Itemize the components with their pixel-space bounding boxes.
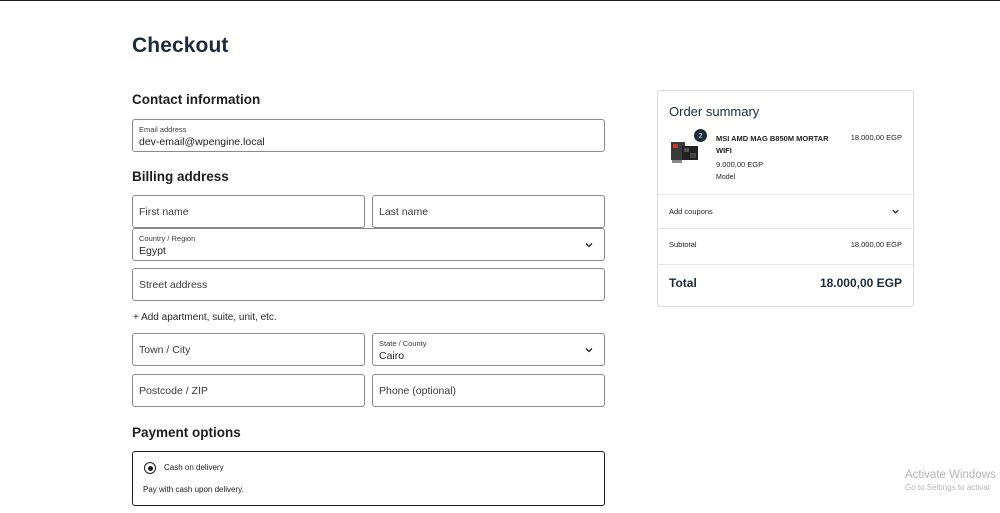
chevron-down-icon[interactable] — [891, 207, 900, 216]
country-select[interactable]: Country / Region Egypt — [132, 228, 605, 261]
country-label: Country / Region — [139, 234, 196, 243]
phone-field[interactable]: Phone (optional) — [372, 374, 605, 407]
payment-section-title: Payment options — [132, 425, 241, 440]
street-address-field[interactable]: Street address — [132, 268, 605, 301]
last-name-field[interactable]: Last name — [372, 195, 605, 228]
add-coupons-toggle[interactable]: Add coupons — [669, 207, 713, 216]
quantity-badge: 2 — [694, 129, 707, 142]
page-title: Checkout — [132, 34, 229, 57]
order-summary-title: Order summary — [669, 104, 760, 119]
payment-option-cod[interactable]: Cash on delivery Pay with cash upon deli… — [132, 451, 605, 506]
order-summary-panel: Order summary 2 MSI AMD MAG B850M MORTAR… — [657, 90, 914, 307]
state-label: State / County — [379, 339, 427, 348]
total-label: Total — [669, 276, 697, 290]
watermark-title: Activate Windows — [905, 469, 996, 481]
watermark-subtitle: Go to Settings to activat — [905, 483, 990, 492]
email-label: Email address — [139, 125, 187, 134]
chevron-down-icon — [585, 242, 593, 247]
payment-radio[interactable] — [144, 462, 156, 474]
postcode-field[interactable]: Postcode / ZIP — [132, 374, 365, 407]
first-name-placeholder: First name — [139, 205, 189, 218]
product-name: MSI AMD MAG B850M MORTAR WIFI — [716, 134, 829, 155]
product-meta: Model — [716, 174, 736, 181]
last-name-placeholder: Last name — [379, 205, 429, 218]
payment-option-label: Cash on delivery — [164, 463, 224, 472]
top-border-line — [0, 0, 1000, 1]
total-value: 18.000,00 EGP — [819, 276, 902, 290]
street-address-placeholder: Street address — [139, 278, 208, 291]
city-field[interactable]: Town / City — [132, 333, 365, 366]
email-field[interactable]: Email address dev-email@wpengine.local — [132, 119, 605, 152]
product-thumbnail — [671, 142, 698, 163]
product-unit-price: 9.000,00 EGP — [716, 160, 764, 169]
postcode-placeholder: Postcode / ZIP — [139, 384, 208, 397]
email-value: dev-email@wpengine.local — [139, 136, 265, 148]
radio-selected-dot — [147, 465, 153, 471]
contact-section-title: Contact information — [132, 92, 261, 107]
state-select[interactable]: State / County Cairo — [372, 333, 605, 366]
billing-section-title: Billing address — [132, 169, 229, 184]
payment-option-description: Pay with cash upon delivery. — [143, 485, 244, 494]
summary-divider — [658, 264, 913, 265]
activate-windows-watermark: Activate Windows Go to Settings to activ… — [905, 469, 996, 492]
subtotal-label: Subtotal — [669, 240, 697, 249]
add-apartment-link[interactable]: + Add apartment, suite, unit, etc. — [133, 312, 277, 323]
first-name-field[interactable]: First name — [132, 195, 365, 228]
product-line-total: 18.000,00 EGP — [850, 133, 902, 142]
summary-divider — [658, 194, 913, 195]
state-value: Cairo — [379, 350, 405, 362]
country-value: Egypt — [139, 245, 166, 257]
city-placeholder: Town / City — [139, 343, 191, 356]
summary-divider — [658, 228, 913, 229]
subtotal-value: 18.000,00 EGP — [850, 240, 902, 249]
phone-placeholder: Phone (optional) — [379, 384, 457, 397]
chevron-down-icon — [585, 347, 593, 352]
